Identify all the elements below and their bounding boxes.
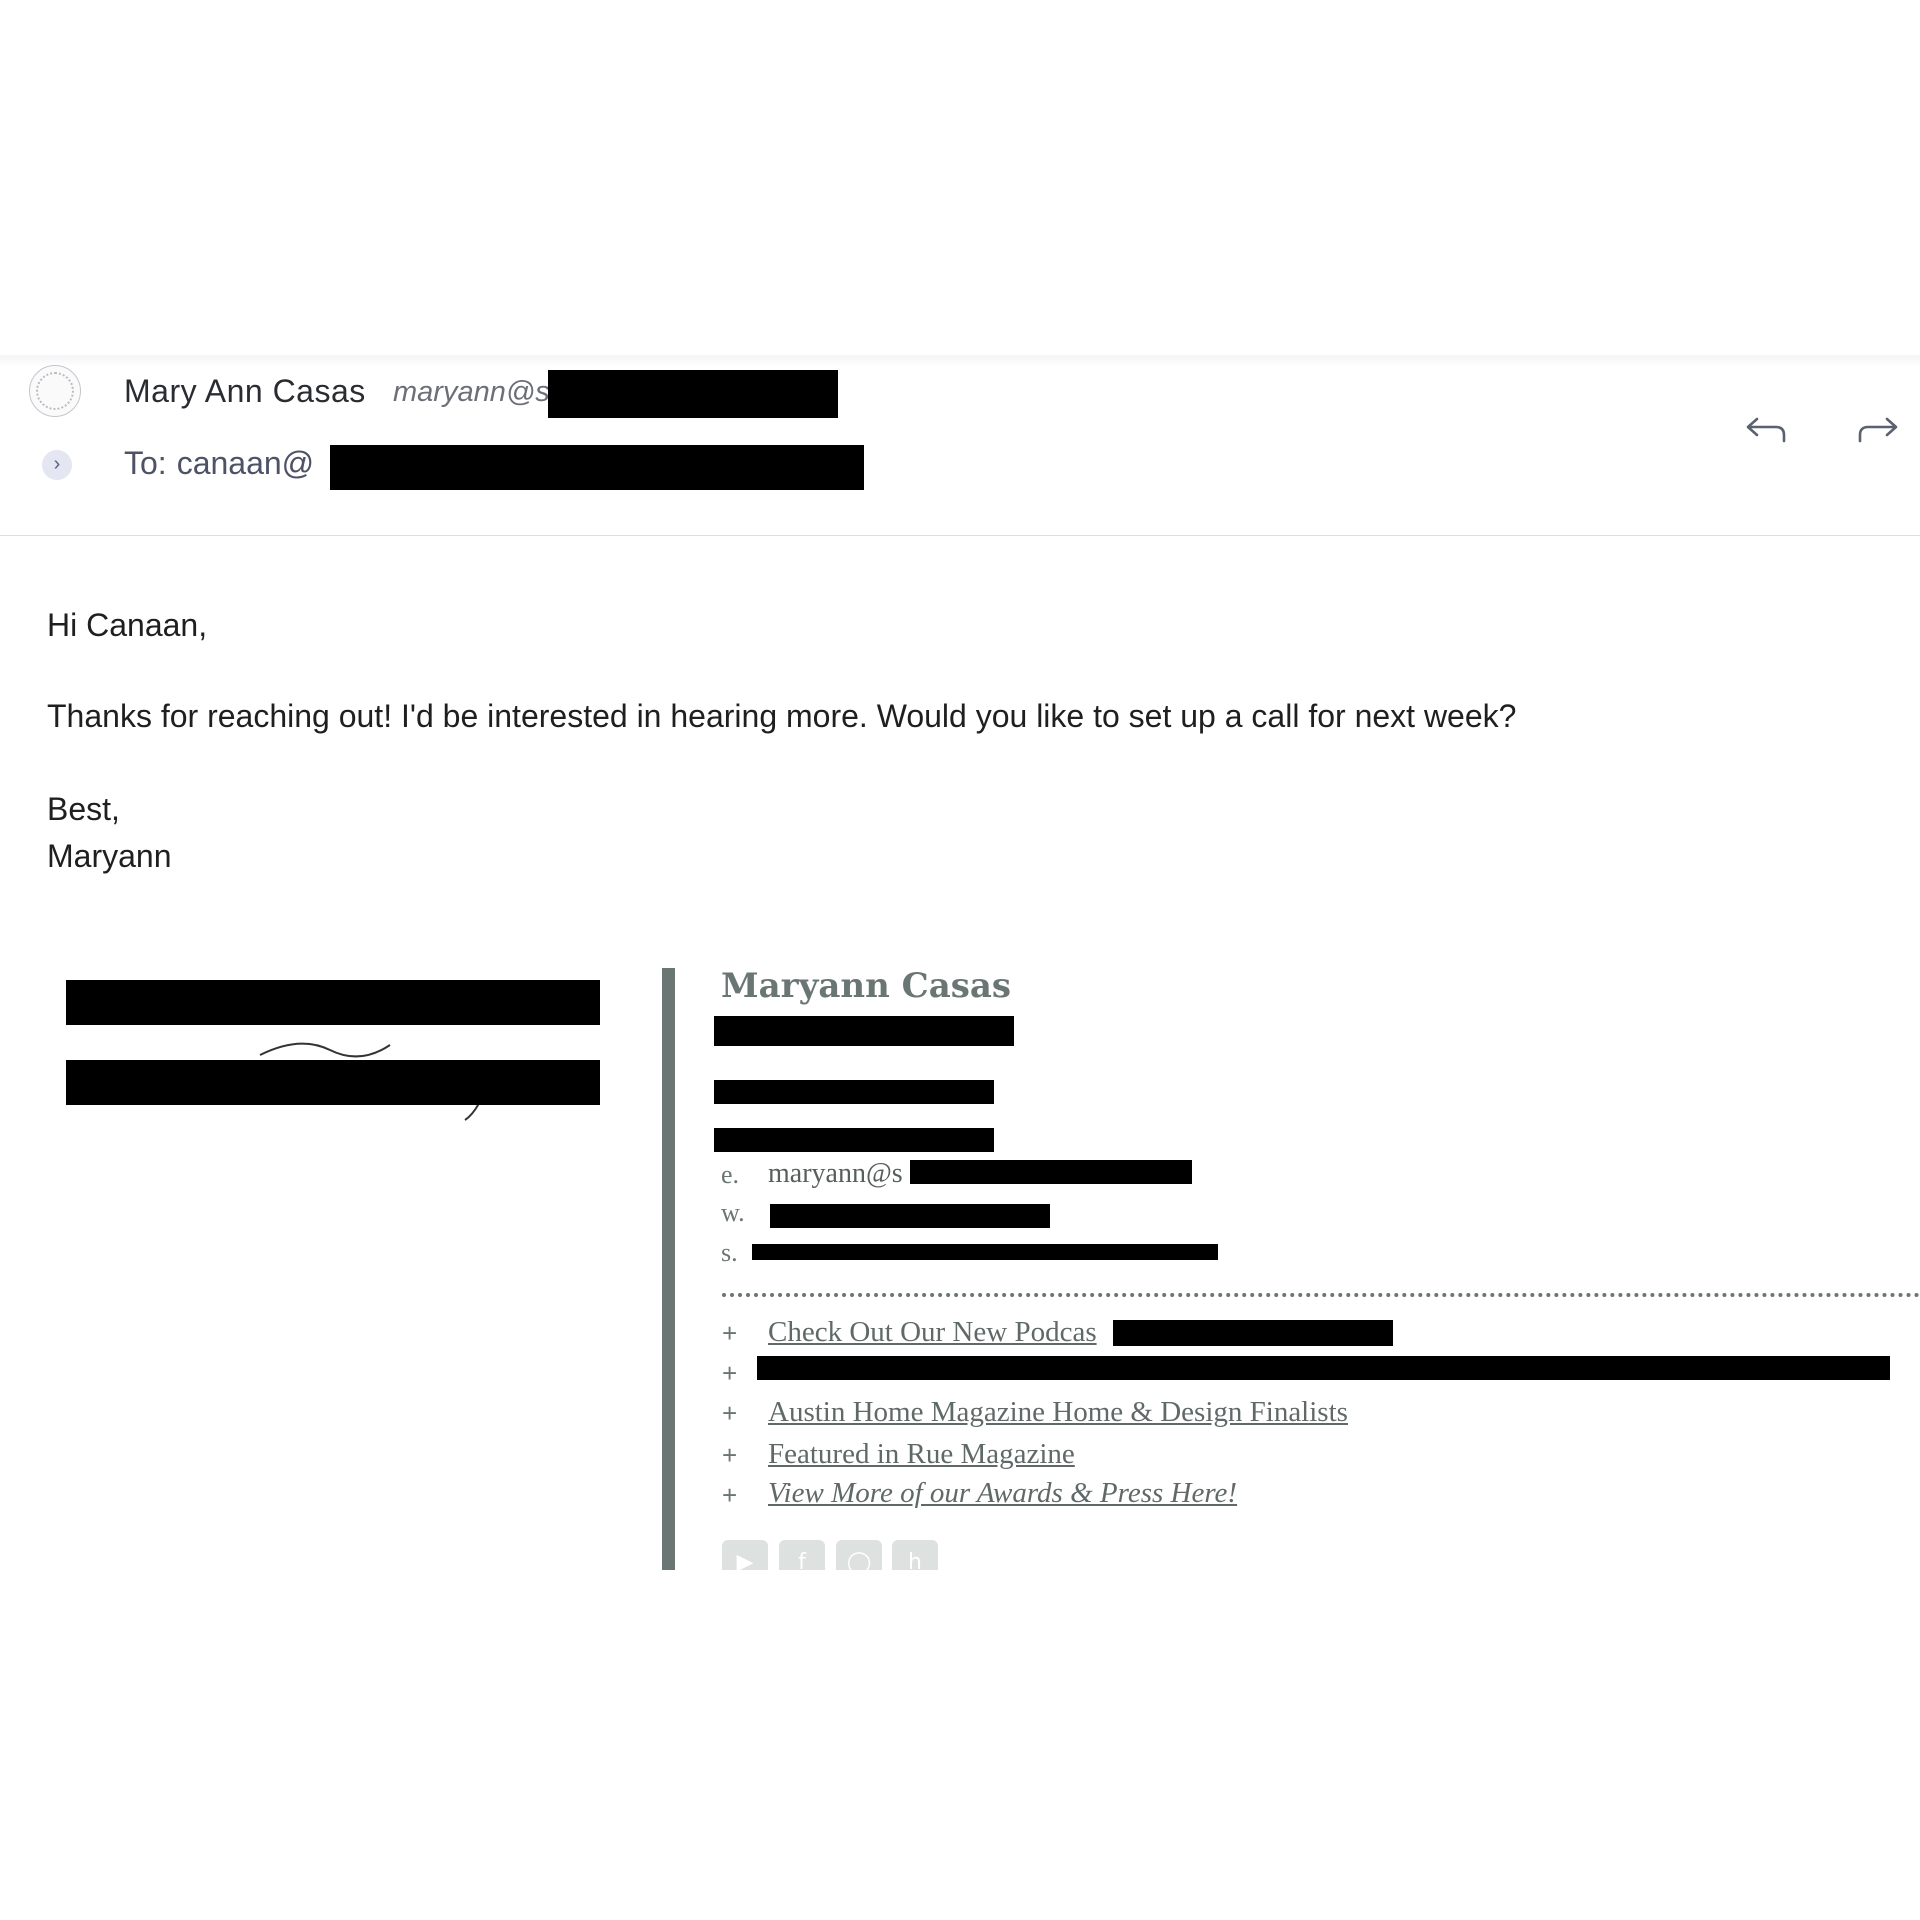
sender-email[interactable]: maryann@s bbox=[393, 376, 550, 409]
expand-recipients-button[interactable]: › bbox=[42, 450, 72, 480]
recipient-line[interactable]: To: canaan@ bbox=[124, 445, 314, 482]
social-icons-row: ▶ f ◯ h bbox=[700, 1540, 960, 1570]
signature-email[interactable]: maryann@s bbox=[768, 1158, 903, 1190]
message-closing: Best, bbox=[47, 791, 120, 827]
redaction-awards bbox=[757, 1356, 1890, 1380]
redaction-phone-1 bbox=[714, 1080, 994, 1104]
message-body: Thanks for reaching out! I'd be interest… bbox=[47, 698, 1517, 734]
street-prefix: s. bbox=[721, 1238, 738, 1267]
redaction-signature-bottom bbox=[66, 1060, 600, 1105]
plus-icon: + bbox=[722, 1318, 738, 1348]
signature-name: Maryann Casas bbox=[721, 966, 1012, 1006]
redaction-recipient-email bbox=[330, 445, 864, 490]
web-prefix: w. bbox=[721, 1198, 745, 1227]
message-greeting: Hi Canaan, bbox=[47, 607, 208, 643]
link-rue-magazine[interactable]: Featured in Rue Magazine bbox=[768, 1438, 1075, 1471]
header-shade bbox=[0, 355, 1920, 367]
redaction-signature-email bbox=[910, 1160, 1192, 1184]
header-divider bbox=[0, 535, 1920, 536]
link-austin-home-magazine[interactable]: Austin Home Magazine Home & Design Final… bbox=[768, 1396, 1348, 1429]
link-podcast[interactable]: Check Out Our New Podcas bbox=[768, 1316, 1097, 1349]
message-signoff: Maryann bbox=[47, 838, 172, 874]
recipient-email: canaan@ bbox=[176, 445, 315, 481]
plus-icon: + bbox=[722, 1398, 738, 1428]
reply-icon[interactable] bbox=[1742, 405, 1790, 453]
redaction-podcast-name bbox=[1113, 1320, 1393, 1346]
sender-avatar[interactable] bbox=[29, 365, 81, 417]
to-label: To: bbox=[124, 445, 167, 481]
signature-dotted-separator bbox=[722, 1293, 1920, 1297]
sender-name[interactable]: Mary Ann Casas bbox=[124, 373, 366, 410]
signature-divider-bar bbox=[662, 968, 675, 1570]
plus-icon: + bbox=[722, 1440, 738, 1470]
plus-icon: + bbox=[722, 1480, 738, 1510]
redaction-address bbox=[752, 1244, 1218, 1260]
forward-icon[interactable] bbox=[1854, 405, 1902, 453]
redaction-signature-title bbox=[714, 1016, 1014, 1046]
redaction-sender-email bbox=[548, 370, 838, 418]
redaction-website bbox=[770, 1204, 1050, 1228]
instagram-icon[interactable]: ◯ bbox=[836, 1540, 882, 1570]
houzz-icon[interactable]: h bbox=[892, 1540, 938, 1570]
redaction-signature-top bbox=[66, 980, 600, 1025]
link-awards-press[interactable]: View More of our Awards & Press Here! bbox=[768, 1477, 1237, 1510]
youtube-icon[interactable]: ▶ bbox=[722, 1540, 768, 1570]
redaction-phone-2 bbox=[714, 1128, 994, 1152]
plus-icon: + bbox=[722, 1358, 738, 1388]
facebook-icon[interactable]: f bbox=[779, 1540, 825, 1570]
email-prefix: e. bbox=[721, 1160, 740, 1189]
